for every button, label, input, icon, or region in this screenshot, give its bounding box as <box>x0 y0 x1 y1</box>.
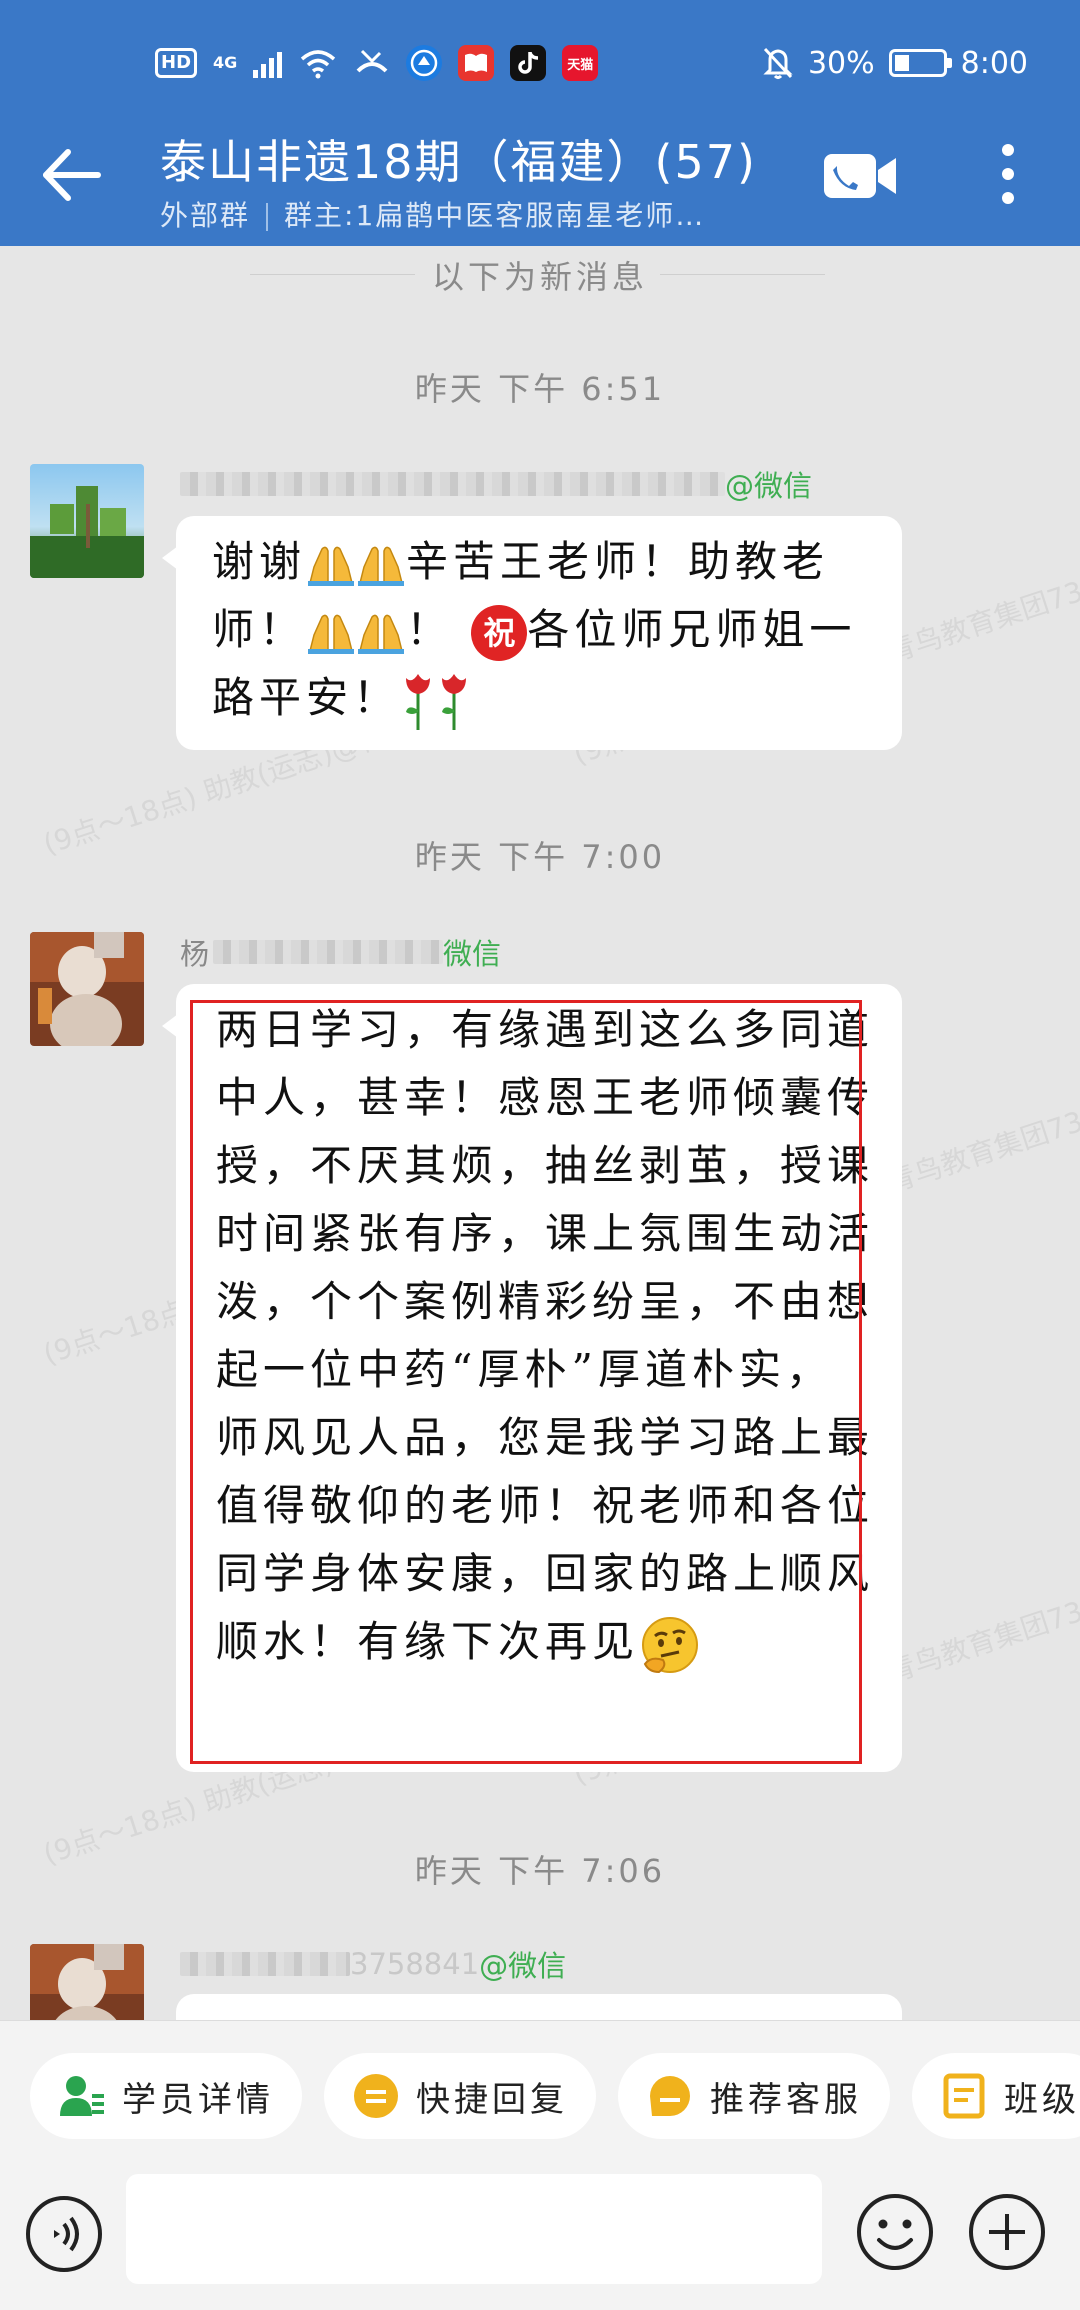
sender-name: 杨 微信 <box>180 932 501 972</box>
divider-line <box>660 274 825 275</box>
sender-name: 3758841 @微信 <box>180 1944 566 1984</box>
tiktok-icon <box>510 45 547 81</box>
redacted-name <box>180 1952 350 1976</box>
message-timestamp: 昨天 下午 7:06 <box>414 1852 666 1890</box>
wechat-tag: @微信 <box>479 1949 567 1983</box>
plus-icon <box>969 2194 1045 2270</box>
praying-hands-icon <box>358 614 405 654</box>
avatar[interactable] <box>30 932 144 1046</box>
highlight-box <box>190 1000 862 1764</box>
blessing-badge: 祝 <box>471 605 528 661</box>
subtitle-divider <box>266 203 269 231</box>
chip-label: 学员详情 <box>122 2079 274 2120</box>
chat-title: 泰山非遗18期（福建）(57) <box>160 135 757 189</box>
redacted-name <box>213 940 444 964</box>
quick-actions-bar: 学员详情 快捷回复 推荐客服 班级 <box>0 2020 1080 2172</box>
wechat-tag: 微信 <box>443 937 502 971</box>
praying-hands-icon <box>308 614 355 654</box>
signal-icon <box>253 48 283 78</box>
missed-call-icon <box>356 49 388 73</box>
voice-button[interactable] <box>24 2194 104 2274</box>
battery-percent: 30% <box>807 45 875 81</box>
battery-icon <box>888 49 952 77</box>
sender-name-visible: 3758841 <box>350 1947 480 1981</box>
quick-reply-icon <box>352 2072 400 2120</box>
voice-icon <box>26 2196 102 2272</box>
quick-reply-button[interactable]: 快捷回复 <box>324 2053 596 2139</box>
bell-off-icon <box>763 47 793 79</box>
video-camera-icon <box>824 154 896 198</box>
video-call-button[interactable] <box>822 148 898 204</box>
chip-label: 快捷回复 <box>416 2079 568 2120</box>
tmall-icon: 天猫 <box>562 45 599 81</box>
recommend-service-icon <box>646 2072 694 2120</box>
group-owner: 群主:1扁鹊中医客服南星老师… <box>284 199 706 232</box>
class-button[interactable]: 班级 <box>912 2053 1080 2139</box>
battery-level <box>894 55 909 71</box>
sender-name: @微信 <box>180 464 812 504</box>
chip-label: 班级 <box>1004 2079 1080 2120</box>
message-text-part: ！ <box>406 605 454 654</box>
status-left: HD 4G 天猫 <box>155 38 599 88</box>
new-messages-label: 以下为新消息 <box>431 258 648 296</box>
message-timestamp: 昨天 下午 7:00 <box>414 838 666 876</box>
wifi-icon <box>301 50 336 79</box>
chip-label: 推荐客服 <box>710 2079 862 2120</box>
message-bubble[interactable]: 谢谢 辛苦王老师！助教老师！！ 祝各位师兄师姐一路平安！ <box>162 516 902 750</box>
new-messages-divider: 以下为新消息 <box>0 252 1080 296</box>
hd-badge: HD <box>155 48 198 78</box>
more-options-button[interactable] <box>990 142 1026 206</box>
sender-name-visible: 杨 <box>180 937 210 971</box>
class-icon <box>940 2072 988 2120</box>
student-detail-button[interactable]: 学员详情 <box>30 2053 302 2139</box>
recommend-service-button[interactable]: 推荐客服 <box>618 2053 890 2139</box>
status-right: 30% 8:00 <box>762 38 1028 88</box>
rose-icon <box>406 674 431 730</box>
student-detail-icon <box>58 2072 106 2120</box>
rose-icon <box>442 674 467 730</box>
browser-icon <box>406 45 443 81</box>
back-button[interactable] <box>38 140 108 210</box>
avatar[interactable] <box>30 464 144 578</box>
message-input[interactable] <box>126 2174 822 2284</box>
praying-hands-icon <box>308 546 355 586</box>
smiley-icon <box>857 2194 933 2270</box>
chat-area[interactable]: (9点～18点) 助教(运志)@青鸟教育集团7327 (9点～18点) 助教(运… <box>0 246 1080 2020</box>
emoji-button[interactable] <box>855 2192 935 2272</box>
praying-hands-icon <box>358 546 405 586</box>
message-bubble[interactable] <box>176 1994 902 2020</box>
status-bar: HD 4G 天猫 30% 8:00 <box>0 38 1080 88</box>
message-text: 谢谢 辛苦王老师！助教老师！！ 祝各位师兄师姐一路平安！ <box>212 528 872 732</box>
wechat-tag: @微信 <box>725 469 813 503</box>
message-text-part: 谢谢 <box>212 537 307 586</box>
reader-icon <box>458 45 495 81</box>
network-type: 4G <box>213 53 238 72</box>
clock: 8:00 <box>960 45 1028 81</box>
redacted-name <box>180 472 725 496</box>
more-actions-button[interactable] <box>967 2192 1047 2272</box>
app-header: HD 4G 天猫 30% 8:00 泰山非遗18期（福建）(57) 外部群 群主… <box>0 0 1080 246</box>
back-arrow-icon <box>43 149 101 201</box>
avatar[interactable] <box>30 1944 144 2020</box>
message-timestamp: 昨天 下午 6:51 <box>414 370 666 408</box>
chat-subtitle: 外部群 群主:1扁鹊中医客服南星老师… <box>160 194 705 234</box>
input-bar <box>0 2172 1080 2310</box>
group-type: 外部群 <box>160 199 251 232</box>
